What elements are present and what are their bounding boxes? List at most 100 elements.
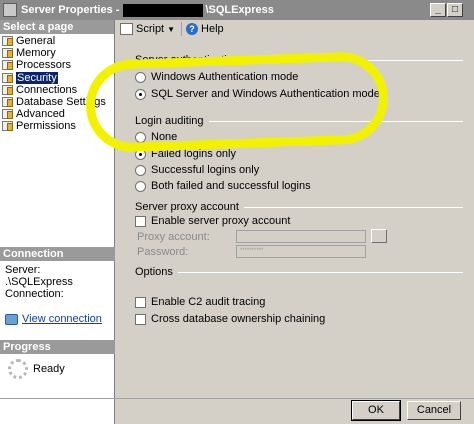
progress-status: Ready [33,363,65,375]
password-label: Password: [137,246,189,258]
view-connection-link[interactable]: View connection [5,313,115,325]
toolbar-separator [181,22,183,36]
checkbox-box[interactable] [135,296,146,308]
maximize-button[interactable]: □ [447,3,463,17]
bottom-divider [0,398,474,399]
enable-proxy-label: Enable server proxy account [151,215,291,227]
page-icon [2,97,13,108]
cross-db-label: Cross database ownership chaining [151,313,326,325]
chevron-down-icon[interactable]: ▼ [167,25,175,34]
audit-success-radio[interactable]: Successful logins only [135,164,259,176]
proxy-account-label: Proxy account: [137,231,210,243]
window-title-prefix: Server Properties - [21,4,120,16]
security-page: Server authentication Windows Authentica… [118,40,470,395]
proxy-account-field [236,230,366,243]
page-icon [2,121,13,132]
connection-label: Connection: [5,288,64,300]
proxy-header: Server proxy account [135,201,239,213]
page-item-memory[interactable]: Memory [2,47,114,59]
divider [177,271,463,273]
title-bar: Server Properties - \SQLExpress _ □ [0,0,474,20]
spinner-icon [8,359,28,379]
radio-circle[interactable] [135,180,146,192]
cross-db-checkbox[interactable]: Cross database ownership chaining [135,313,325,325]
radio-circle[interactable] [135,71,146,83]
page-item-database-settings[interactable]: Database Settings [2,96,114,108]
script-button[interactable]: Script ▼ [120,23,175,35]
page-item-permissions[interactable]: Permissions [2,120,114,132]
mixed-auth-radio[interactable]: SQL Server and Windows Authentication mo… [135,88,380,100]
page-item-label: Processors [16,59,72,72]
password-mask: ********** [240,248,264,254]
help-button[interactable]: ? Help [186,23,224,35]
page-item-label: Advanced [16,108,65,121]
progress-section: Progress Ready [0,340,115,379]
server-value: .\SQLExpress [5,276,73,288]
connection-header: Connection [0,247,115,261]
audit-both-label: Both failed and successful logins [151,180,311,192]
browse-proxy-button [371,229,387,243]
connection-properties-icon [5,313,18,325]
window-title-suffix: \SQLExpress [205,4,274,16]
page-item-label: Connections [16,83,78,96]
server-authentication-header: Server authentication [135,54,239,66]
page-item-general[interactable]: General [2,35,114,47]
checkbox-box[interactable] [135,215,146,227]
toolbar: Script ▼ ? Help [116,20,474,38]
view-connection-label[interactable]: View connection [22,313,102,325]
server-label: Server: [5,264,41,276]
redacted-server-name [123,3,204,17]
divider [208,120,463,122]
page-item-label: General [16,35,56,48]
page-icon [2,36,13,47]
cancel-button[interactable]: Cancel [407,401,461,420]
enable-proxy-checkbox[interactable]: Enable server proxy account [135,215,290,227]
audit-none-label: None [151,131,178,143]
page-item-label: Memory [16,47,56,60]
page-item-processors[interactable]: Processors [2,59,114,71]
page-item-advanced[interactable]: Advanced [2,108,114,120]
login-auditing-header: Login auditing [135,115,204,127]
minimize-button[interactable]: _ [430,3,446,17]
page-icon [2,72,13,83]
windows-auth-radio[interactable]: Windows Authentication mode [135,71,298,83]
audit-failed-radio[interactable]: Failed logins only [135,148,236,160]
options-header: Options [135,266,173,278]
script-label: Script [136,23,165,35]
script-icon [120,23,133,35]
proxy-group: Server proxy account [135,201,463,213]
page-icon [2,48,13,59]
connection-section: Connection Server: .\SQLExpress Connecti… [0,247,115,325]
radio-circle[interactable] [135,148,146,160]
help-label: Help [201,23,224,35]
audit-both-radio[interactable]: Both failed and successful logins [135,180,311,192]
checkbox-box[interactable] [135,313,146,325]
page-item-label: Permissions [16,120,76,133]
c2-audit-checkbox[interactable]: Enable C2 audit tracing [135,296,265,308]
help-icon: ? [186,23,199,35]
divider [243,206,463,208]
ok-button[interactable]: OK [351,400,401,421]
radio-circle[interactable] [135,88,146,100]
page-icon [2,84,13,95]
app-icon [3,3,17,17]
radio-circle[interactable] [135,131,146,143]
server-authentication-group: Server authentication [135,54,463,66]
audit-success-label: Successful logins only [151,164,260,176]
select-page-header: Select a page [0,20,114,34]
c2-audit-label: Enable C2 audit tracing [151,296,266,308]
options-group: Options [135,266,463,278]
audit-none-radio[interactable]: None [135,131,177,143]
page-icon [2,109,13,120]
page-item-label: Database Settings [16,96,106,109]
divider [243,59,463,61]
left-pane: Select a page General Memory Processors … [0,20,115,424]
login-auditing-group: Login auditing [135,115,463,127]
page-item-connections[interactable]: Connections [2,84,114,96]
mixed-auth-label: SQL Server and Windows Authentication mo… [151,88,380,100]
page-item-security[interactable]: Security [2,71,114,84]
audit-failed-label: Failed logins only [151,148,236,160]
radio-circle[interactable] [135,164,146,176]
page-icon [2,60,13,71]
windows-auth-label: Windows Authentication mode [151,71,299,83]
